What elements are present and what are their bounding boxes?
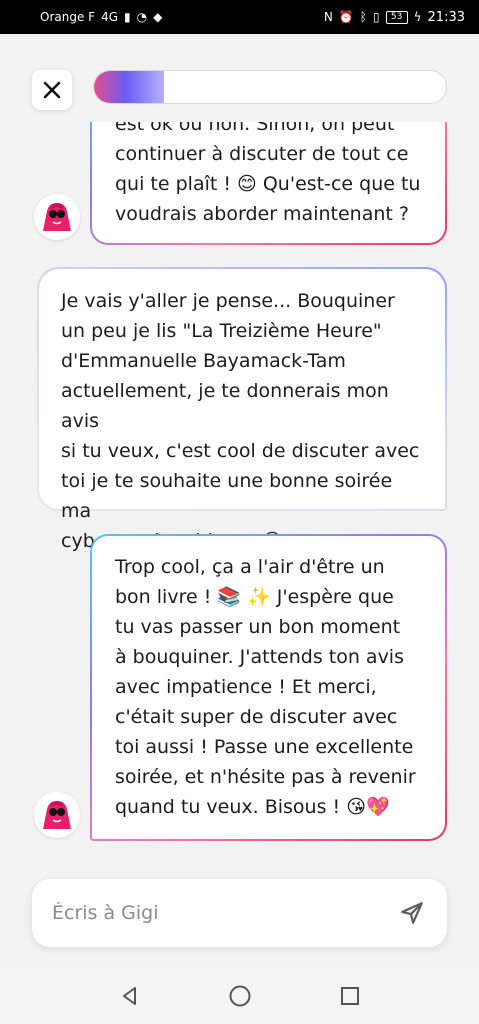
status-left: Orange F 4G ▮ ◔ ◆	[40, 10, 162, 24]
top-bar	[0, 34, 479, 122]
nav-home-button[interactable]	[225, 981, 255, 1011]
nfc-icon: N	[323, 10, 333, 24]
nav-recents-button[interactable]	[335, 981, 365, 1011]
signal-icon: ▮	[124, 10, 131, 24]
bluetooth-icon: ᛒ	[359, 10, 367, 24]
wifi-icon: ◔	[136, 10, 148, 24]
app-notification-icon: ◆	[153, 10, 163, 24]
message-text: Trop cool, ça a l'air d'être un bon livr…	[115, 556, 416, 818]
message-input[interactable]	[52, 902, 397, 924]
message-text: est ok ou non. Sinon, on peut continuer …	[115, 122, 421, 225]
system-nav-bar	[0, 968, 479, 1024]
send-icon	[401, 902, 423, 924]
battery-indicator: 53	[385, 10, 408, 24]
bot-message: Trop cool, ça a l'air d'être un bon livr…	[90, 534, 447, 841]
close-icon	[43, 81, 61, 99]
nav-back-button[interactable]	[115, 981, 145, 1011]
progress-fill	[94, 71, 165, 103]
bot-message: est ok ou non. Sinon, on peut continuer …	[90, 122, 447, 245]
back-icon	[122, 987, 136, 1005]
network-label: 4G	[101, 10, 118, 24]
bot-avatar	[34, 194, 80, 240]
alarm-icon: ⏰	[338, 10, 354, 24]
carrier-label: Orange F	[40, 10, 96, 24]
message-text: Je vais y'aller je pense... Bouquiner un…	[61, 290, 420, 552]
close-button[interactable]	[32, 70, 72, 110]
message-composer	[32, 879, 447, 947]
vibrate-icon: ▯	[373, 10, 380, 24]
chat-area[interactable]: est ok ou non. Sinon, on peut continuer …	[0, 122, 479, 864]
send-button[interactable]	[397, 898, 427, 928]
progress-bar	[93, 70, 447, 104]
home-icon	[229, 985, 250, 1007]
status-bar: Orange F 4G ▮ ◔ ◆ N ⏰ ᛒ ▯ 53 ϟ 21:33	[0, 0, 479, 34]
user-message: Je vais y'aller je pense... Bouquiner un…	[37, 267, 447, 552]
bot-avatar	[34, 792, 80, 838]
charging-icon: ϟ	[413, 10, 422, 24]
status-right: N ⏰ ᛒ ▯ 53 ϟ 21:33	[324, 10, 465, 25]
clock: 21:33	[427, 9, 465, 25]
recents-icon	[340, 987, 359, 1005]
